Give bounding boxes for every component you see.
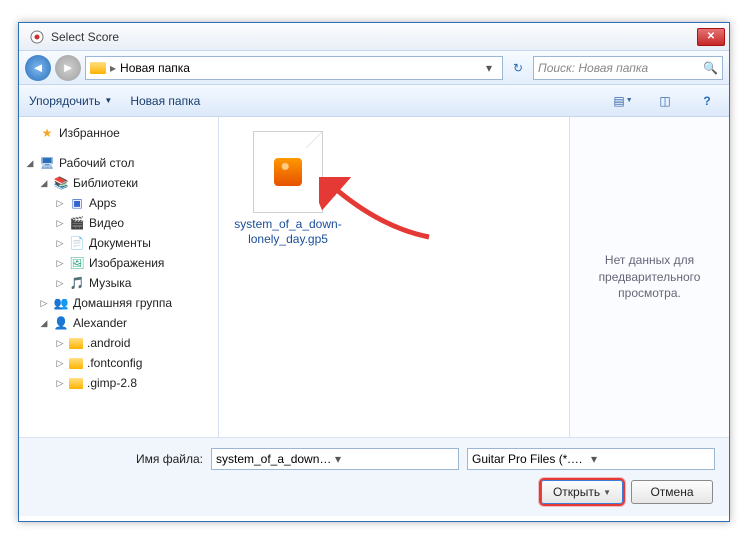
music-icon: 🎵 xyxy=(69,275,85,291)
preview-pane-button[interactable]: ◫ xyxy=(653,90,677,112)
breadcrumb[interactable]: ▸ Новая папка ▾ xyxy=(85,56,503,80)
open-button[interactable]: Открыть▼ xyxy=(541,480,623,504)
back-button[interactable]: ◄ xyxy=(25,55,51,81)
nav-tree[interactable]: ★ Избранное ◢ 🖥 Рабочий стол ◢ 📚 Библиотеки ▷… xyxy=(19,117,219,437)
expander-icon[interactable]: ▷ xyxy=(55,278,65,289)
apps-icon: ▣ xyxy=(69,195,85,211)
expander-icon[interactable]: ▷ xyxy=(55,338,65,349)
file-name: system_of_a_down-lonely_day.gp5 xyxy=(233,217,343,247)
file-list[interactable]: system_of_a_down-lonely_day.gp5 xyxy=(219,117,569,437)
close-button[interactable]: ✕ xyxy=(697,28,725,46)
window-title: Select Score xyxy=(51,30,695,44)
organize-menu[interactable]: Упорядочить▼ xyxy=(29,94,112,108)
app-icon xyxy=(29,29,45,45)
folder-icon xyxy=(69,338,83,349)
tree-video[interactable]: Видео xyxy=(89,216,124,230)
breadcrumb-folder[interactable]: Новая папка xyxy=(120,61,190,75)
filename-input[interactable]: system_of_a_down-lonely_day.gp5▾ xyxy=(211,448,459,470)
toolbar: Упорядочить▼ Новая папка ▤▼ ◫ ? xyxy=(19,85,729,117)
desktop-icon: 🖥 xyxy=(39,155,55,171)
tree-user[interactable]: Alexander xyxy=(73,316,127,330)
cancel-button[interactable]: Отмена xyxy=(631,480,713,504)
search-input[interactable]: Поиск: Новая папка 🔍 xyxy=(533,56,723,80)
dialog-body: ★ Избранное ◢ 🖥 Рабочий стол ◢ 📚 Библиотеки ▷… xyxy=(19,117,729,437)
view-mode-button[interactable]: ▤▼ xyxy=(611,90,635,112)
filename-label: Имя файла: xyxy=(33,452,203,466)
tree-images[interactable]: Изображения xyxy=(89,256,164,270)
user-icon: 👤 xyxy=(53,315,69,331)
folder-icon xyxy=(69,358,83,369)
file-thumbnail xyxy=(253,131,323,213)
search-icon: 🔍 xyxy=(703,61,718,75)
refresh-button[interactable]: ↻ xyxy=(507,57,529,79)
tree-apps[interactable]: Apps xyxy=(89,196,116,210)
libraries-icon: 📚 xyxy=(53,175,69,191)
preview-empty-text: Нет данных для предварительного просмотр… xyxy=(580,252,719,302)
tree-libraries[interactable]: Библиотеки xyxy=(73,176,138,190)
gp5-icon xyxy=(274,158,302,186)
images-icon: 🖼 xyxy=(69,255,85,271)
chevron-down-icon[interactable]: ▾ xyxy=(333,452,454,466)
tree-documents[interactable]: Документы xyxy=(89,236,151,250)
expander-icon[interactable]: ▷ xyxy=(55,378,65,389)
expander-icon[interactable]: ▷ xyxy=(55,258,65,269)
forward-button[interactable]: ► xyxy=(55,55,81,81)
dialog-footer: Имя файла: system_of_a_down-lonely_day.g… xyxy=(19,437,729,516)
help-button[interactable]: ? xyxy=(695,90,719,112)
expander-icon[interactable]: ▷ xyxy=(55,198,65,209)
expander-icon[interactable]: ▷ xyxy=(55,218,65,229)
folder-icon xyxy=(69,378,83,389)
search-placeholder: Поиск: Новая папка xyxy=(538,61,648,75)
tree-folder[interactable]: .gimp-2.8 xyxy=(87,376,137,390)
tree-music[interactable]: Музыка xyxy=(89,276,131,290)
documents-icon: 📄 xyxy=(69,235,85,251)
tree-folder[interactable]: .fontconfig xyxy=(87,356,142,370)
tree-favorites[interactable]: Избранное xyxy=(59,126,120,140)
titlebar[interactable]: Select Score ✕ xyxy=(19,23,729,51)
expander-icon[interactable]: ▷ xyxy=(39,298,49,309)
expander-icon[interactable]: ▷ xyxy=(55,238,65,249)
preview-pane: Нет данных для предварительного просмотр… xyxy=(569,117,729,437)
tree-desktop[interactable]: Рабочий стол xyxy=(59,156,134,170)
chevron-down-icon[interactable]: ▾ xyxy=(589,452,710,466)
expander-icon[interactable]: ▷ xyxy=(55,358,65,369)
expander-icon[interactable]: ◢ xyxy=(39,178,49,189)
video-icon: 🎬 xyxy=(69,215,85,231)
folder-icon xyxy=(90,62,106,74)
file-dialog: Select Score ✕ ◄ ► ▸ Новая папка ▾ ↻ Пои… xyxy=(18,22,730,522)
file-item[interactable]: system_of_a_down-lonely_day.gp5 xyxy=(233,131,343,247)
tree-homegroup[interactable]: Домашняя группа xyxy=(73,296,172,310)
separator-icon: ▸ xyxy=(110,61,116,75)
star-icon: ★ xyxy=(39,125,55,141)
expander-icon[interactable]: ◢ xyxy=(39,318,49,329)
new-folder-button[interactable]: Новая папка xyxy=(130,94,200,108)
nav-bar: ◄ ► ▸ Новая папка ▾ ↻ Поиск: Новая папка… xyxy=(19,51,729,85)
tree-folder[interactable]: .android xyxy=(87,336,130,350)
homegroup-icon: 👥 xyxy=(53,295,69,311)
file-type-filter[interactable]: Guitar Pro Files (*.gtp;*.gp3;*.gp▾ xyxy=(467,448,715,470)
expander-icon[interactable]: ◢ xyxy=(25,158,35,169)
breadcrumb-dropdown[interactable]: ▾ xyxy=(480,61,498,75)
